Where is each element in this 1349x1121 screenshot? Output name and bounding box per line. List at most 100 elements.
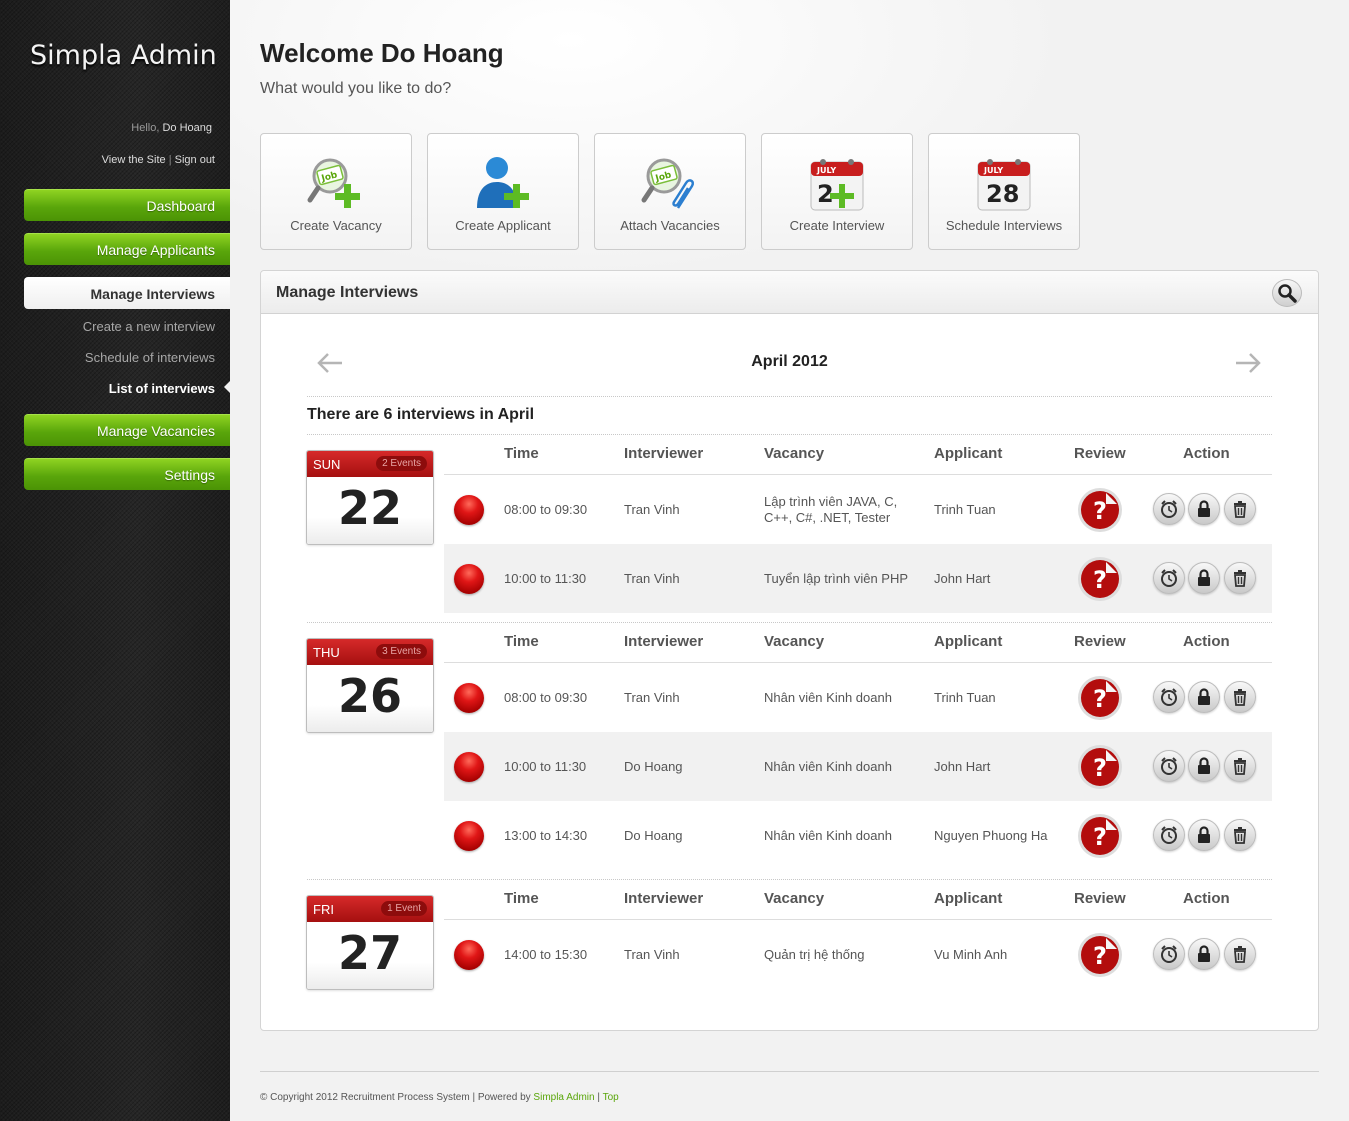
lock-button[interactable]	[1188, 562, 1220, 594]
calendar-month: JULY	[983, 166, 1003, 175]
shortcut-create-interview[interactable]: JULY 2 Create Interview	[761, 133, 913, 250]
day-calendar: THU 3 Events 26	[306, 638, 434, 733]
search-button[interactable]	[1272, 279, 1302, 307]
view-site-link[interactable]: View the Site	[102, 154, 166, 166]
review-help-icon[interactable]: ?	[1076, 555, 1124, 603]
schedule-button[interactable]	[1153, 493, 1185, 525]
table-header: Time Interviewer Vacancy Applicant Review Act…	[444, 623, 1272, 663]
review-help-icon[interactable]: ?	[1076, 812, 1124, 860]
svg-text:?: ?	[1093, 497, 1107, 525]
page-title: Welcome Do Hoang	[260, 38, 504, 68]
app-logo: Simpla Admin	[30, 40, 217, 71]
shortcut-create-applicant[interactable]: Create Applicant	[427, 133, 579, 250]
calendar-day: 28	[986, 180, 1019, 208]
footer-copyright: © Copyright 2012 Recruitment Process Sys…	[260, 1092, 531, 1103]
delete-button[interactable]	[1224, 819, 1256, 851]
next-month-arrow-icon[interactable]	[1234, 351, 1262, 375]
sidebar: Simpla Admin Hello, Do Hoang View the Si…	[0, 0, 230, 1121]
clock-icon	[1161, 500, 1177, 518]
lock-button[interactable]	[1188, 750, 1220, 782]
schedule-button[interactable]	[1153, 750, 1185, 782]
review-help-icon[interactable]: ?	[1076, 931, 1124, 979]
status-dot-icon	[454, 940, 484, 970]
cell-time: 08:00 to 09:30	[504, 502, 588, 517]
shortcut-schedule-interviews[interactable]: JULY 28 Schedule Interviews	[928, 133, 1080, 250]
column-header-action: Action	[1183, 633, 1230, 650]
calendar-add-icon: JULY 2	[810, 159, 864, 211]
schedule-button[interactable]	[1153, 562, 1185, 594]
day-calendar: FRI 1 Event 27	[306, 895, 434, 990]
schedule-button[interactable]	[1153, 819, 1185, 851]
clock-icon	[1161, 569, 1177, 587]
calendar-month: JULY	[816, 166, 836, 175]
cell-interviewer: Do Hoang	[624, 828, 683, 843]
panel-header: Manage Interviews	[261, 271, 1318, 314]
trash-icon	[1234, 570, 1246, 587]
cell-time: 10:00 to 11:30	[504, 571, 587, 586]
shortcut-attach-vacancies[interactable]: Job Attach Vacancies	[594, 133, 746, 250]
lock-button[interactable]	[1188, 681, 1220, 713]
column-header-vacancy: Vacancy	[764, 445, 825, 462]
status-dot-icon	[454, 495, 484, 525]
event-count-badge: 1 Event	[381, 901, 427, 916]
cell-interviewer: Tran Vinh	[624, 571, 680, 586]
day-number: 27	[337, 926, 402, 980]
day-of-week: SUN	[313, 457, 341, 472]
column-header-time: Time	[504, 445, 539, 462]
column-header-applicant: Applicant	[934, 445, 1003, 462]
day-of-week: THU	[313, 645, 340, 660]
delete-button[interactable]	[1224, 493, 1256, 525]
delete-button[interactable]	[1224, 562, 1256, 594]
footer-powered-link[interactable]: Simpla Admin	[533, 1092, 594, 1103]
footer-divider	[260, 1071, 1319, 1072]
shortcut-create-vacancy[interactable]: Job Create Vacancy	[260, 133, 412, 250]
review-help-icon[interactable]: ?	[1076, 674, 1124, 722]
trash-icon	[1234, 758, 1246, 775]
shortcut-label: Create Vacancy	[290, 218, 382, 233]
interview-count: There are 6 interviews in April	[307, 406, 535, 423]
calendar-header: THU 3 Events	[307, 639, 433, 665]
schedule-button[interactable]	[1153, 681, 1185, 713]
nav-manage-interviews[interactable]: Manage Interviews	[24, 277, 230, 309]
day-number: 22	[337, 481, 402, 535]
panel-title: Manage Interviews	[276, 284, 419, 301]
cell-applicant: Nguyen Phuong Ha	[934, 828, 1048, 843]
cell-vacancy: Tuyển lập trình viên PHP	[764, 571, 909, 586]
calendar-header: FRI 1 Event	[307, 896, 433, 922]
review-help-icon[interactable]: ?	[1076, 743, 1124, 791]
lock-button[interactable]	[1188, 938, 1220, 970]
column-header-vacancy: Vacancy	[764, 633, 825, 650]
footer-separator: |	[597, 1092, 600, 1103]
review-help-icon[interactable]: ?	[1076, 486, 1124, 534]
delete-button[interactable]	[1224, 681, 1256, 713]
delete-button[interactable]	[1224, 750, 1256, 782]
column-header-applicant: Applicant	[934, 890, 1003, 907]
cell-interviewer: Tran Vinh	[624, 690, 680, 705]
column-header-vacancy: Vacancy	[764, 890, 825, 907]
nav-manage-applicants[interactable]: Manage Applicants	[24, 233, 230, 265]
event-count-badge: 2 Events	[376, 456, 427, 471]
column-header-action: Action	[1183, 445, 1230, 462]
day-number: 26	[337, 669, 402, 723]
delete-button[interactable]	[1224, 938, 1256, 970]
calendar-icon: JULY 28	[977, 159, 1031, 211]
nav-manage-vacancies[interactable]: Manage Vacancies	[24, 414, 230, 446]
sub-create-interview[interactable]: Create a new interview	[83, 319, 215, 334]
sub-list-interviews[interactable]: List of interviews	[109, 381, 215, 396]
sub-schedule-interviews[interactable]: Schedule of interviews	[85, 350, 215, 365]
shortcut-label: Attach Vacancies	[620, 218, 720, 233]
nav-dashboard[interactable]: Dashboard	[24, 189, 230, 221]
job-attach-icon: Job	[641, 158, 694, 209]
column-header-review: Review	[1074, 890, 1126, 907]
schedule-button[interactable]	[1153, 938, 1185, 970]
column-header-review: Review	[1074, 633, 1126, 650]
lock-button[interactable]	[1188, 493, 1220, 525]
divider	[307, 396, 1272, 397]
lock-button[interactable]	[1188, 819, 1220, 851]
footer-top-link[interactable]: Top	[603, 1092, 619, 1103]
sign-out-link[interactable]: Sign out	[175, 154, 215, 166]
greeting-user[interactable]: Do Hoang	[162, 122, 212, 134]
table-header: Time Interviewer Vacancy Applicant Review Act…	[444, 880, 1272, 920]
job-search-add-icon: Job	[307, 158, 360, 208]
nav-settings[interactable]: Settings	[24, 458, 230, 490]
